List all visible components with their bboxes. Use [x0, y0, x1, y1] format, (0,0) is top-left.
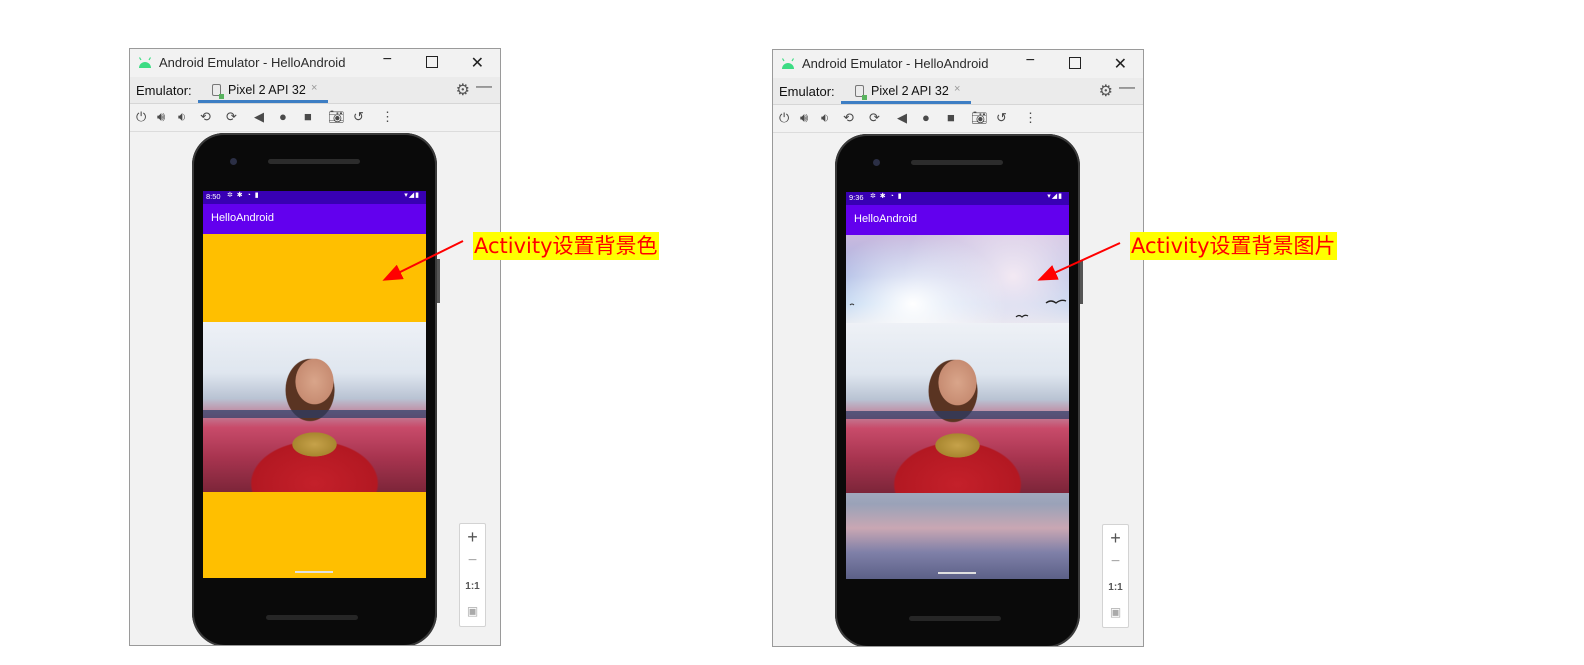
arrow-right — [1037, 242, 1121, 281]
annotation-background-color: Activity设置背景色 — [473, 232, 659, 260]
annotation-background-image: Activity设置背景图片 — [1130, 232, 1337, 260]
annotation-arrows — [382, 240, 1121, 281]
arrow-left — [382, 240, 464, 281]
